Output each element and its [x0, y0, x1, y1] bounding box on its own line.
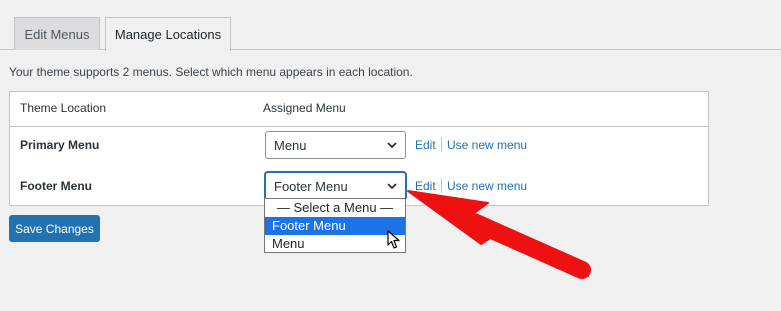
primary-menu-select-value: Menu: [274, 137, 307, 153]
dropdown-option-footer-menu[interactable]: Footer Menu: [265, 217, 405, 235]
chevron-down-icon: [387, 142, 397, 149]
dropdown-option-select[interactable]: — Select a Menu —: [265, 199, 405, 217]
header-assigned-menu: Assigned Menu: [263, 101, 346, 115]
location-footer-menu: Footer Menu: [20, 179, 92, 193]
action-separator: [441, 137, 442, 152]
footer-edit-link[interactable]: Edit: [415, 179, 436, 193]
dropdown-option-menu[interactable]: Menu: [265, 235, 405, 253]
chevron-down-icon: [387, 183, 397, 190]
footer-use-new-menu-link[interactable]: Use new menu: [447, 179, 527, 193]
primary-menu-select[interactable]: Menu: [265, 131, 406, 159]
primary-use-new-menu-link[interactable]: Use new menu: [447, 138, 527, 152]
footer-menu-select-value: Footer Menu: [274, 178, 348, 194]
footer-menu-select[interactable]: Footer Menu: [265, 172, 406, 200]
menu-locations-table: Theme Location Assigned Menu Primary Men…: [9, 91, 709, 206]
table-header: Theme Location Assigned Menu: [10, 92, 708, 127]
location-primary-menu: Primary Menu: [20, 138, 100, 152]
header-theme-location: Theme Location: [20, 101, 107, 115]
primary-edit-link[interactable]: Edit: [415, 138, 436, 152]
save-changes-button[interactable]: Save Changes: [9, 215, 100, 242]
tab-manage-locations[interactable]: Manage Locations: [105, 17, 231, 51]
mouse-cursor-icon: [387, 230, 400, 249]
action-separator: [441, 178, 442, 193]
intro-text: Your theme supports 2 menus. Select whic…: [9, 65, 413, 79]
footer-menu-dropdown-list: — Select a Menu — Footer Menu Menu: [264, 198, 406, 253]
tab-edit-menus[interactable]: Edit Menus: [14, 17, 100, 50]
